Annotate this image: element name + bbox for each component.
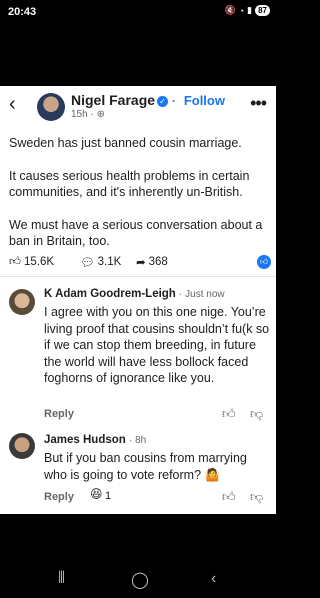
share-button[interactable]: ➦ 368: [136, 255, 168, 269]
reaction-count: 1: [105, 490, 112, 502]
system-nav-bar: ⦀ ◯ ‹: [0, 514, 276, 598]
like-count: 15.6K: [24, 256, 55, 268]
comment-header: K Adam Goodrem-Leigh · Just now: [44, 288, 225, 300]
thumbs-down-icon[interactable]: 👎︎: [250, 406, 263, 422]
reply-button[interactable]: Reply: [44, 408, 74, 420]
divider: [0, 276, 276, 277]
reactions-bar: 👍︎ 15.6K 💬︎ 3.1K ➦ 368 👍︎: [9, 255, 271, 273]
status-time: 20:43: [8, 6, 37, 18]
top-spacer: [0, 26, 276, 86]
signal-icon: ▮: [247, 5, 253, 15]
status-icons: 🔇 ◔ ▮ 87: [224, 5, 270, 16]
comment-button[interactable]: 💬︎ 3.1K: [80, 255, 121, 269]
share-arrow-icon: ➦: [136, 257, 146, 269]
author-name[interactable]: Nigel Farage: [71, 92, 155, 108]
commenter-avatar[interactable]: [9, 433, 35, 459]
share-count: 368: [148, 256, 168, 268]
post-header: ‹ Nigel Farage ✓ · Follow 15h · ⊕ •••: [0, 86, 276, 126]
thumbs-up-icon[interactable]: 👍︎: [222, 406, 236, 422]
like-reaction-icon[interactable]: 👍︎: [257, 255, 271, 269]
post-meta: 15h · ⊕: [71, 109, 105, 120]
mute-icon: 🔇: [224, 5, 236, 15]
reply-button[interactable]: Reply: [44, 491, 74, 503]
laugh-reaction-icon[interactable]: 😆: [90, 487, 103, 501]
more-options-icon[interactable]: •••: [250, 93, 267, 114]
comment-text: I agree with you on this one nige. You’r…: [44, 305, 270, 385]
home-icon[interactable]: ◯: [131, 570, 149, 590]
post-paragraph: We must have a serious conversation abou…: [9, 217, 263, 249]
comment-count: 3.1K: [97, 256, 122, 268]
recent-apps-icon[interactable]: ⦀: [58, 570, 65, 588]
comment-text: But if you ban cousins from marrying who…: [44, 451, 247, 482]
like-button[interactable]: 👍︎ 15.6K: [9, 255, 54, 269]
post-paragraph: Sweden has just banned cousin marriage.: [9, 136, 242, 150]
commenter-name[interactable]: James Hudson: [44, 434, 126, 446]
commenter-avatar[interactable]: [9, 289, 35, 315]
comment-time: Just now: [185, 289, 225, 300]
author-line: Nigel Farage ✓ · Follow: [71, 92, 225, 108]
comment-time: 8h: [135, 435, 147, 446]
status-bar: 20:43 🔇 ◔ ▮ 87: [0, 0, 276, 26]
thumbs-up-icon[interactable]: 👍︎: [222, 489, 236, 505]
commenter-name[interactable]: K Adam Goodrem-Leigh: [44, 288, 176, 300]
post-screen: ‹ Nigel Farage ✓ · Follow 15h · ⊕ ••• Swe…: [0, 86, 276, 514]
post-body: Sweden has just banned cousin marriage. …: [9, 135, 271, 266]
post-paragraph: It causes serious health problems in cer…: [9, 168, 250, 200]
thumbs-up-icon: 👍︎: [9, 256, 22, 268]
back-arrow-icon[interactable]: ‹: [9, 94, 16, 114]
globe-icon: ⊕: [96, 109, 105, 120]
wifi-icon: ◔: [238, 5, 245, 16]
comment-bubble-icon: 💬︎: [80, 257, 95, 269]
author-avatar[interactable]: [37, 93, 65, 121]
follow-button[interactable]: Follow: [184, 93, 225, 108]
thumbs-down-icon[interactable]: 👎︎: [250, 489, 263, 505]
post-time[interactable]: 15h: [71, 109, 88, 120]
battery-icon: 87: [255, 5, 270, 16]
comment-header: James Hudson · 8h: [44, 434, 147, 446]
back-icon[interactable]: ‹: [211, 570, 216, 588]
verified-badge-icon: ✓: [157, 96, 169, 107]
